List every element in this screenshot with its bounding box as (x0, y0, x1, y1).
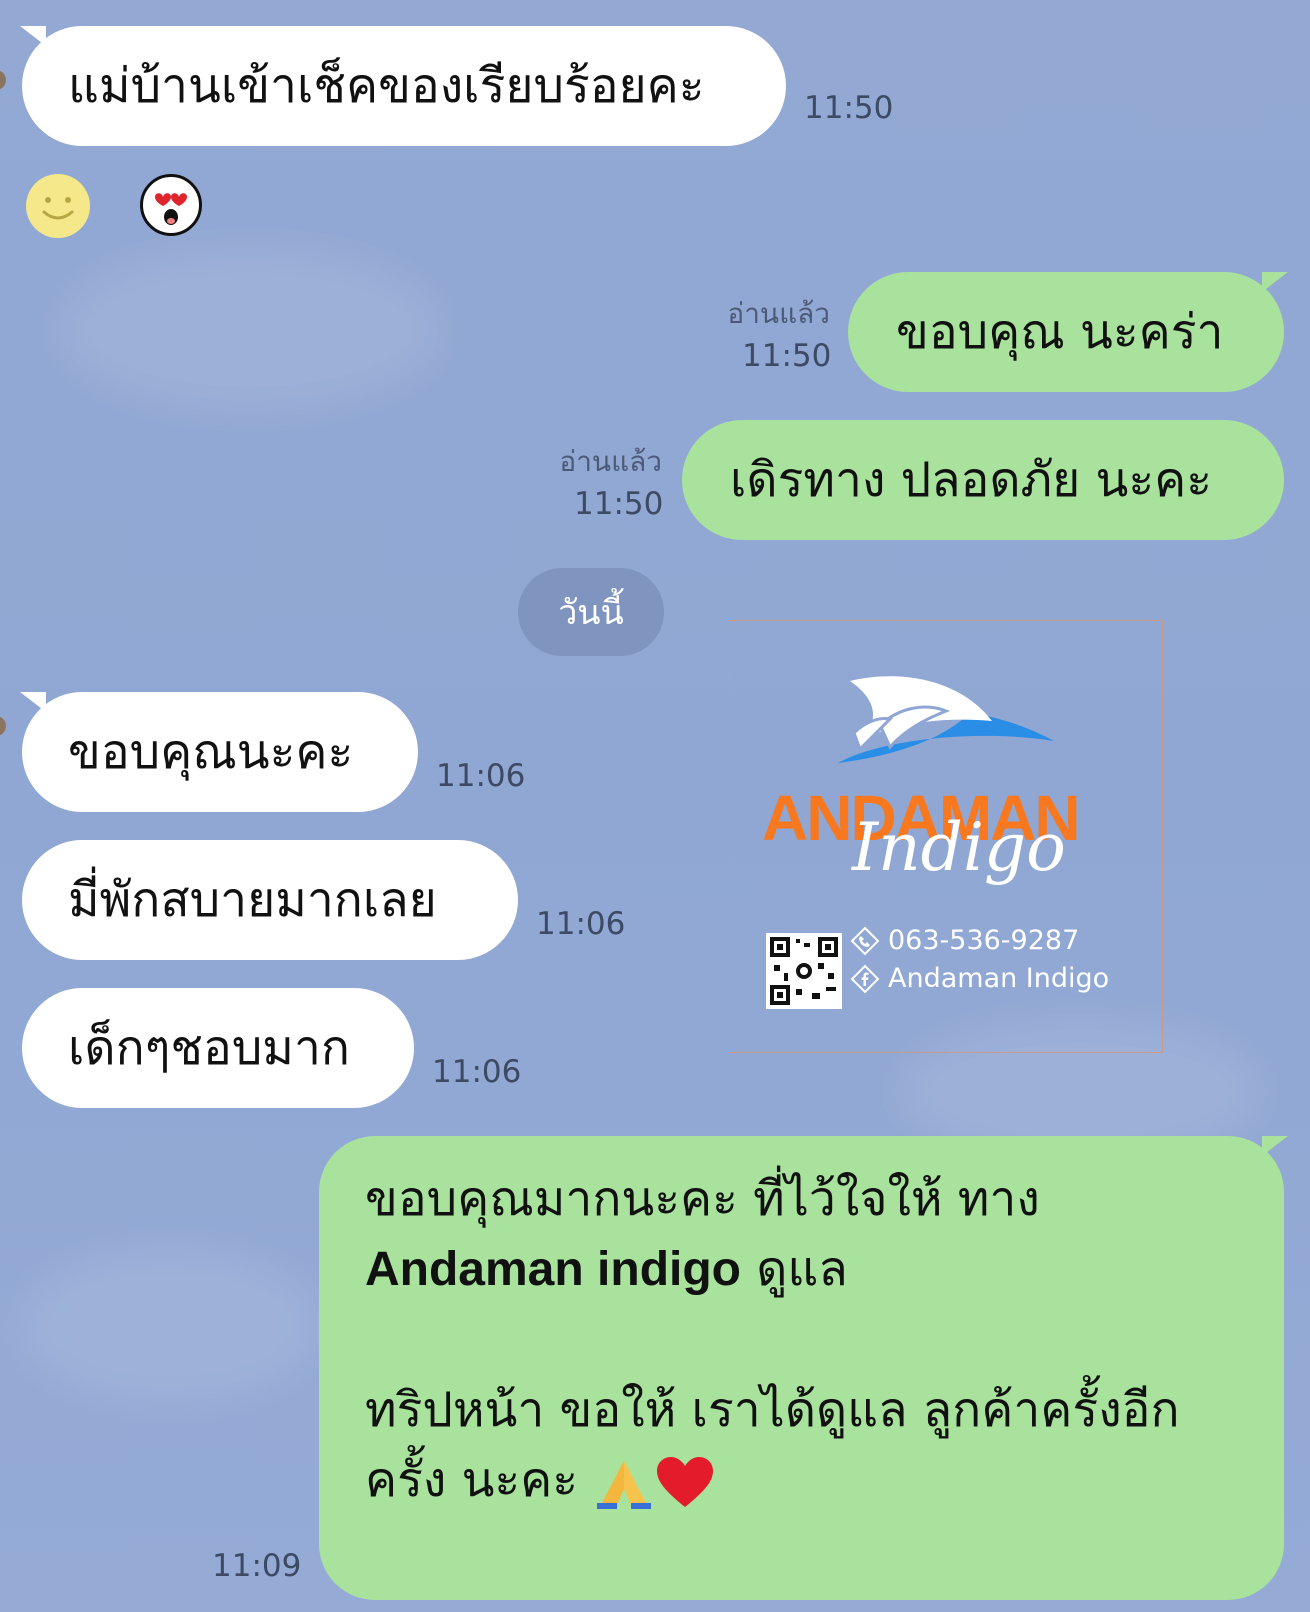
message-text: ขอบคุณนะคะ (68, 724, 354, 780)
message-time: 11:09 (212, 1548, 302, 1584)
message-time: 11:50 (742, 338, 832, 374)
message-text: ดูแล (740, 1241, 848, 1297)
sender-avatar[interactable] (0, 70, 6, 90)
bubble-tail (1262, 1136, 1288, 1156)
message-text: มี่พักสบายมากเลย (68, 872, 437, 928)
sender-avatar[interactable] (0, 716, 6, 736)
bubble-tail (20, 26, 46, 46)
background-cloud (60, 250, 440, 410)
pray-emoji-icon (597, 1461, 652, 1509)
message-line: ทริปหน้า ขอให้ เราได้ดูแล ลูกค้าครั้งอีก (365, 1382, 1180, 1438)
incoming-message-bubble[interactable]: มี่พักสบายมากเลย (22, 840, 518, 960)
message-time: 11:06 (432, 1054, 522, 1090)
brand-logo-script: Indigo (852, 809, 1066, 886)
red-heart-emoji-icon (657, 1457, 714, 1507)
message-text: ครั้ง นะคะ (365, 1452, 594, 1508)
incoming-message-bubble[interactable]: เด็กๆชอบมาก (22, 988, 414, 1108)
brand-logo-card[interactable]: ANDAMAN Indigo 063-536-9287 Andaman Indi… (729, 620, 1163, 1053)
message-time: 11:50 (574, 486, 664, 522)
bubble-tail (1262, 272, 1288, 292)
outgoing-message-bubble[interactable]: เดิรทาง ปลอดภัย นะคะ (682, 420, 1284, 540)
read-receipt: อ่านแล้ว (559, 445, 662, 478)
message-line: ขอบคุณมากนะคะ ที่ไว้ใจให้ ทาง (365, 1171, 1040, 1227)
contact-phone: 063-536-9287 (850, 925, 1079, 956)
heart-eyes-sticker-icon[interactable] (140, 174, 202, 236)
message-text: ขอบคุณ นะคร่า (896, 304, 1224, 360)
contact-facebook-text: Andaman Indigo (888, 963, 1110, 994)
outgoing-message-bubble[interactable]: ขอบคุณมากนะคะ ที่ไว้ใจให้ ทาง Andaman in… (319, 1136, 1284, 1600)
contact-phone-text: 063-536-9287 (888, 925, 1080, 956)
message-line: ครั้ง นะคะ (365, 1445, 1244, 1515)
incoming-message-bubble[interactable]: ขอบคุณนะคะ (22, 692, 418, 812)
read-receipt: อ่านแล้ว (727, 297, 830, 330)
brand-name-text: Andaman indigo (365, 1243, 741, 1296)
bubble-tail (20, 692, 46, 712)
message-text: แม่บ้านเข้าเช็คของเรียบร้อยคะ (68, 58, 705, 114)
date-separator: วันนี้ (518, 568, 664, 656)
outgoing-message-bubble[interactable]: ขอบคุณ นะคร่า (848, 272, 1284, 392)
phone-icon (850, 926, 880, 955)
incoming-message-bubble[interactable]: แม่บ้านเข้าเช็คของเรียบร้อยคะ (22, 26, 786, 146)
message-text: เดิรทาง ปลอดภัย นะคะ (730, 452, 1213, 508)
message-text: เด็กๆชอบมาก (68, 1020, 350, 1076)
message-time: 11:50 (804, 90, 894, 126)
smile-sticker-icon[interactable] (26, 174, 90, 238)
qr-code-icon[interactable] (766, 933, 842, 1009)
sail-logo-icon (838, 676, 1054, 763)
message-time: 11:06 (436, 758, 526, 794)
date-separator-label: วันนี้ (558, 593, 624, 633)
message-line: Andaman indigo ดูแล (365, 1234, 1244, 1305)
facebook-icon (850, 964, 880, 993)
background-cloud (20, 1250, 320, 1400)
message-line-gap (365, 1305, 1244, 1375)
message-time: 11:06 (536, 906, 626, 942)
contact-facebook: Andaman Indigo (850, 963, 1109, 994)
